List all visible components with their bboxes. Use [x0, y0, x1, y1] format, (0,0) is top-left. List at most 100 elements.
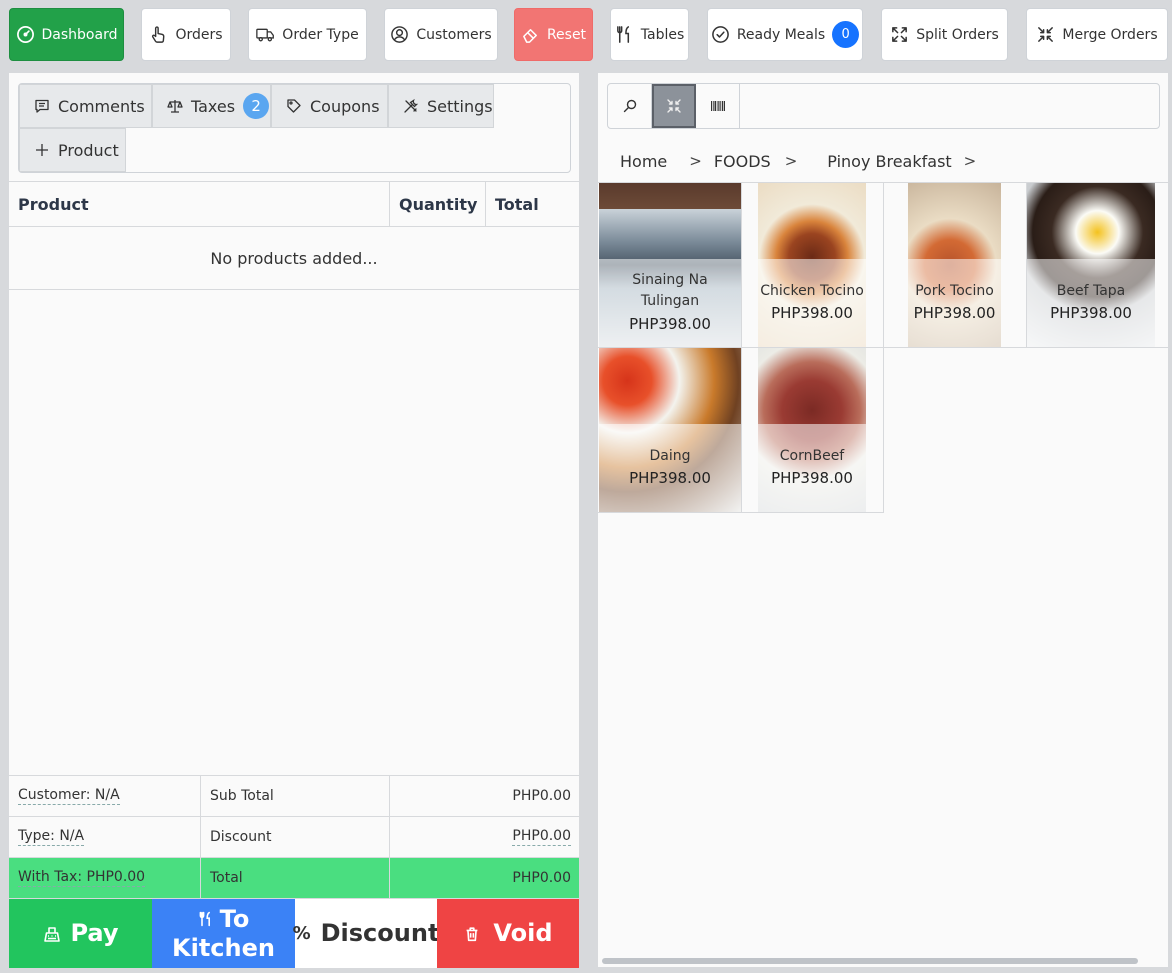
split-orders-button[interactable]: Split Orders [881, 8, 1008, 61]
product-card[interactable]: Pork Tocino PHP398.00 [908, 183, 1001, 347]
trash-icon [467, 926, 478, 941]
orders-label: Orders [175, 26, 223, 43]
compact-view-button[interactable] [652, 84, 696, 128]
order-tabs: Comments Taxes 2 Coupons Settings Produc… [18, 83, 571, 173]
summary-row-discount: Type: N/A Discount PHP0.00 [9, 817, 579, 858]
customer-cell: Customer: N/A [9, 776, 201, 816]
order-type-label: Order Type [282, 26, 359, 43]
orders-button[interactable]: Orders [141, 8, 231, 61]
search-icon [623, 99, 636, 113]
to-kitchen-line1-row: To [198, 904, 250, 934]
pay-label: Pay [70, 919, 119, 948]
horizontal-scrollbar[interactable] [602, 958, 1138, 964]
compress-arrows-icon [1038, 27, 1054, 42]
hand-pointer-icon [152, 26, 165, 43]
utensils-icon [616, 26, 629, 43]
discount-button-label: Discount [320, 919, 440, 948]
split-orders-label: Split Orders [916, 26, 999, 43]
product-price: PHP398.00 [913, 304, 996, 323]
reset-label: Reset [546, 26, 587, 43]
to-kitchen-button[interactable]: To Kitchen [152, 899, 295, 968]
column-header-product: Product [9, 182, 390, 226]
barcode-icon [710, 101, 725, 111]
customer-value[interactable]: Customer: N/A [18, 787, 120, 805]
customers-button[interactable]: Customers [384, 8, 498, 61]
dashboard-button[interactable]: Dashboard [9, 8, 124, 61]
tab-coupons[interactable]: Coupons [271, 84, 388, 128]
discount-value[interactable]: PHP0.00 [512, 828, 571, 846]
merge-orders-label: Merge Orders [1062, 26, 1158, 43]
dashboard-label: Dashboard [41, 26, 118, 43]
merge-orders-button[interactable]: Merge Orders [1026, 8, 1168, 61]
customers-label: Customers [416, 26, 492, 43]
tab-settings[interactable]: Settings [388, 84, 494, 128]
scale-icon [167, 100, 183, 113]
breadcrumb-home[interactable]: Home [620, 152, 667, 171]
discount-label: Discount [201, 817, 390, 857]
product-price: PHP398.00 [771, 304, 853, 323]
tools-icon [404, 98, 419, 113]
with-tax-cell: With Tax: PHP0.00 [9, 858, 201, 898]
chevron-right-icon: > [689, 152, 702, 170]
product-name: Chicken Tocino [760, 282, 864, 299]
product-label: Chicken Tocino PHP398.00 [758, 259, 866, 347]
void-label: Void [493, 919, 553, 948]
plus-icon [36, 144, 48, 156]
comment-icon [35, 99, 49, 113]
total-value: PHP0.00 [512, 870, 571, 886]
order-summary: Customer: N/A Sub Total PHP0.00 Type: N/… [9, 775, 579, 899]
product-card[interactable]: Sinaing Na Tulingan PHP398.00 [599, 183, 741, 347]
product-card[interactable]: Beef Tapa PHP398.00 [1027, 183, 1155, 347]
grid-divider [883, 183, 884, 512]
product-label: Pork Tocino PHP398.00 [908, 259, 1001, 347]
compress-icon [667, 99, 681, 113]
order-type-button[interactable]: Order Type [248, 8, 367, 61]
void-button[interactable]: Void [437, 899, 579, 968]
breadcrumb-pinoy-breakfast[interactable]: Pinoy Breakfast [827, 152, 951, 171]
tab-taxes[interactable]: Taxes 2 [152, 84, 271, 128]
search-toggle-button[interactable] [608, 84, 652, 128]
tab-add-product[interactable]: Product [19, 128, 126, 172]
grid-divider [598, 512, 884, 513]
ready-meals-label: Ready Meals [736, 26, 826, 43]
with-tax-value[interactable]: With Tax: PHP0.00 [18, 869, 146, 887]
pay-button[interactable]: Pay [9, 899, 152, 968]
product-label: Daing PHP398.00 [599, 424, 741, 512]
product-name: Beef Tapa [1056, 282, 1126, 299]
product-label: CornBeef PHP398.00 [758, 424, 866, 512]
to-kitchen-line1: To [219, 904, 250, 933]
product-card[interactable]: CornBeef PHP398.00 [758, 348, 866, 512]
tab-settings-label: Settings [427, 96, 493, 116]
cart-table-header: Product Quantity Total [9, 181, 579, 227]
order-type-value[interactable]: Type: N/A [18, 828, 85, 846]
tab-comments-label: Comments [58, 96, 145, 116]
tab-comments[interactable]: Comments [19, 84, 152, 128]
column-header-quantity: Quantity [390, 182, 486, 226]
chevron-right-icon: > [784, 152, 798, 170]
grid-divider [741, 183, 742, 512]
gauge-icon [16, 26, 34, 43]
breadcrumb-foods[interactable]: FOODS [714, 152, 771, 171]
barcode-scan-button[interactable] [696, 84, 740, 128]
summary-row-subtotal: Customer: N/A Sub Total PHP0.00 [9, 776, 579, 817]
product-price: PHP398.00 [1050, 304, 1132, 323]
product-card[interactable]: Chicken Tocino PHP398.00 [758, 183, 866, 347]
column-header-total: Total [495, 194, 539, 214]
product-price: PHP398.00 [771, 469, 853, 488]
ready-meals-button[interactable]: Ready Meals 0 [707, 8, 863, 61]
product-name: CornBeef [779, 447, 845, 464]
subtotal-label: Sub Total [201, 776, 390, 816]
discount-button[interactable]: % Discount [292, 899, 440, 968]
product-card[interactable]: Daing PHP398.00 [599, 348, 741, 512]
product-name: Daing [649, 447, 691, 464]
percent-icon: % [292, 922, 311, 944]
subtotal-value: PHP0.00 [512, 788, 571, 804]
cash-register-icon [44, 926, 61, 942]
product-panel: Home > FOODS > Pinoy Breakfast > Sinaing… [597, 72, 1169, 968]
tag-icon [287, 99, 301, 113]
tables-button[interactable]: Tables [610, 8, 689, 61]
tab-coupons-label: Coupons [310, 96, 380, 116]
empty-cart-message: No products added... [9, 227, 579, 290]
eraser-icon [523, 28, 537, 43]
reset-button[interactable]: Reset [514, 8, 593, 61]
